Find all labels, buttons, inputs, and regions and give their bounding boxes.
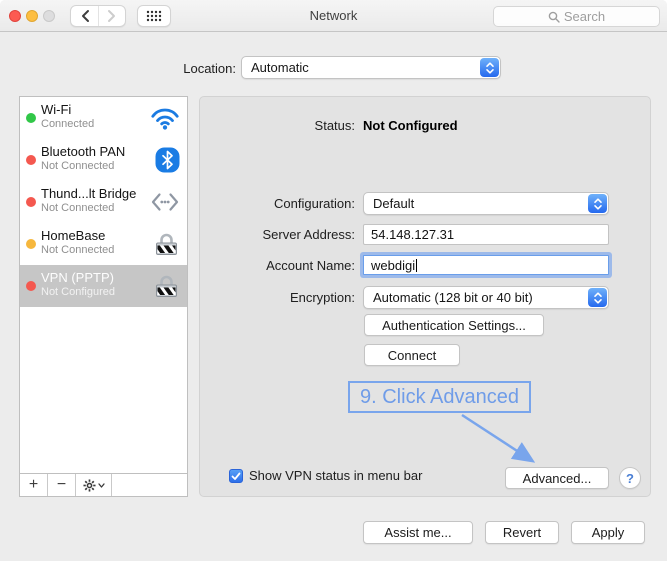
bluetooth-icon <box>155 147 180 173</box>
server-address-field[interactable]: 54.148.127.31 <box>363 224 609 245</box>
authentication-settings-button[interactable]: Authentication Settings... <box>364 314 544 336</box>
sidebar-item-wifi[interactable]: Wi-Fi Connected <box>20 97 187 139</box>
titlebar: Network Search <box>0 0 667 32</box>
interface-name: VPN (PPTP) <box>41 270 114 285</box>
location-popup[interactable]: Automatic <box>241 56 501 79</box>
add-interface-button[interactable]: + <box>20 474 48 496</box>
help-button[interactable]: ? <box>619 467 641 489</box>
status-value: Not Configured <box>363 118 458 133</box>
vpn-settings-panel: Status: Not Configured Configuration: De… <box>199 96 651 497</box>
location-popup-value: Automatic <box>251 60 309 75</box>
sidebar-item-bluetooth-pan[interactable]: Bluetooth PAN Not Connected <box>20 139 187 181</box>
remove-interface-button[interactable]: − <box>48 474 76 496</box>
popup-stepper-icon <box>588 288 607 307</box>
popup-stepper-icon <box>588 194 607 213</box>
encryption-popup[interactable]: Automatic (128 bit or 40 bit) <box>363 286 609 309</box>
chevron-down-icon <box>97 482 105 488</box>
interfaces-sidebar: Wi-Fi Connected Bluetooth PAN Not Connec… <box>19 96 188 497</box>
account-name-field[interactable]: webdigi <box>363 255 609 275</box>
text-caret <box>416 258 418 272</box>
sidebar-item-homebase[interactable]: HomeBase Not Connected <box>20 223 187 265</box>
interface-status: Connected <box>41 118 95 130</box>
vpn-lock-icon <box>153 231 180 258</box>
account-name-value: webdigi <box>371 257 416 273</box>
interface-name: HomeBase <box>41 228 106 243</box>
interface-name: Wi-Fi <box>41 102 72 117</box>
account-name-label: Account Name: <box>266 258 355 273</box>
interface-status: Not Connected <box>41 160 115 172</box>
configuration-popup-value: Default <box>373 196 415 211</box>
popup-stepper-icon <box>480 58 499 77</box>
advanced-button[interactable]: Advanced... <box>505 467 609 489</box>
status-dot <box>26 155 36 165</box>
configuration-label: Configuration: <box>274 196 355 211</box>
wifi-icon <box>150 106 180 130</box>
status-dot <box>26 113 36 123</box>
encryption-popup-value: Automatic (128 bit or 40 bit) <box>373 290 533 305</box>
encryption-label: Encryption: <box>289 290 355 305</box>
action-menu-button[interactable] <box>76 474 112 496</box>
server-address-value: 54.148.127.31 <box>371 227 455 242</box>
connect-button[interactable]: Connect <box>364 344 460 366</box>
show-vpn-status-label: Show VPN status in menu bar <box>249 468 423 483</box>
sidebar-item-vpn-pptp[interactable]: VPN (PPTP) Not Configured <box>20 265 187 307</box>
status-label: Status: <box>314 118 355 133</box>
interface-name: Bluetooth PAN <box>41 144 126 159</box>
sidebar-item-thunderbolt-bridge[interactable]: Thund...lt Bridge Not Connected <box>20 181 187 223</box>
interface-status: Not Configured <box>41 286 115 298</box>
network-preferences-window: Network Search Location: Automatic Wi-Fi… <box>0 0 667 561</box>
sidebar-footer: + − <box>20 473 187 496</box>
apply-button[interactable]: Apply <box>571 521 645 544</box>
vpn-lock-icon <box>153 273 180 300</box>
status-dot <box>26 239 36 249</box>
show-vpn-status-checkbox[interactable] <box>229 469 243 483</box>
configuration-popup[interactable]: Default <box>363 192 609 215</box>
interface-status: Not Connected <box>41 202 115 214</box>
thunderbolt-bridge-icon <box>150 191 180 213</box>
status-dot <box>26 197 36 207</box>
location-label: Location: <box>183 61 236 76</box>
server-address-label: Server Address: <box>262 227 356 242</box>
gear-icon <box>82 478 96 492</box>
checkmark-icon <box>231 472 241 480</box>
annotation-click-advanced: 9. Click Advanced <box>348 381 531 413</box>
interface-status: Not Connected <box>41 244 115 256</box>
status-dot <box>26 281 36 291</box>
search-icon <box>548 11 560 23</box>
revert-button[interactable]: Revert <box>485 521 559 544</box>
search-placeholder: Search <box>563 9 606 24</box>
interface-name: Thund...lt Bridge <box>41 186 137 201</box>
assist-me-button[interactable]: Assist me... <box>363 521 473 544</box>
search-input[interactable]: Search <box>493 6 660 27</box>
